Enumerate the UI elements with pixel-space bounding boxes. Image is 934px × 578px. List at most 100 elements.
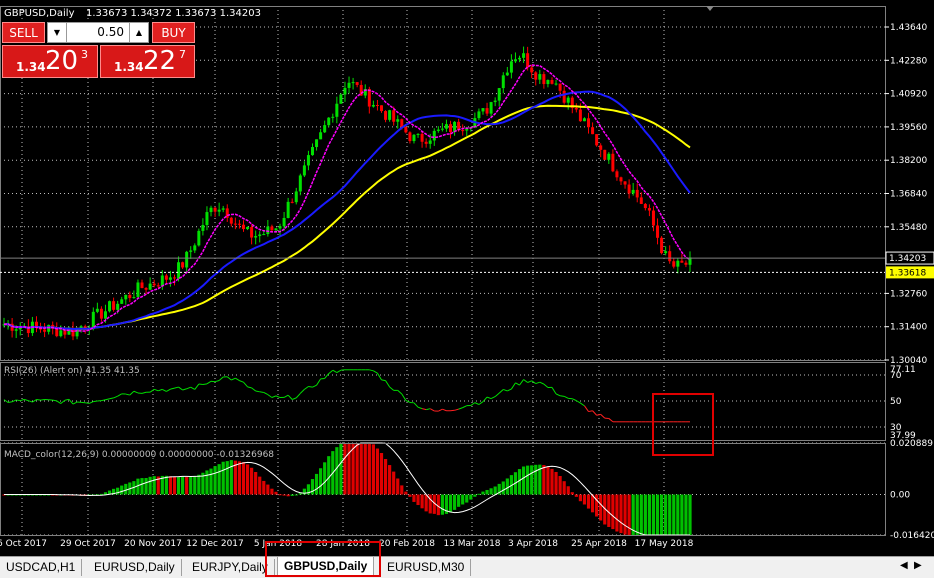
- candle-body: [444, 124, 448, 129]
- candle-body: [298, 175, 302, 192]
- macd-bar: [254, 472, 258, 495]
- rsi-segment: [503, 388, 508, 392]
- macd-bar: [651, 494, 656, 535]
- tab-scroll-left-icon[interactable]: ◀: [900, 560, 908, 571]
- candle-body: [684, 262, 688, 265]
- candle-body: [347, 82, 351, 88]
- tab-usdcad-h1[interactable]: USDCAD,H1: [0, 559, 83, 576]
- sell-button[interactable]: SELL: [2, 22, 45, 43]
- candle-body: [635, 189, 639, 198]
- macd-bar: [335, 447, 339, 495]
- lot-size-input[interactable]: ▼ 0.50 ▲: [47, 22, 149, 43]
- rsi-segment: [486, 396, 492, 400]
- rsi-segment: [117, 393, 122, 397]
- candle-body: [404, 127, 408, 133]
- price-axis-label: 1.39560: [890, 123, 927, 133]
- rsi-segment: [551, 387, 557, 395]
- macd-bar: [245, 464, 250, 495]
- tab-eurusd-m30[interactable]: EURUSD,M30: [381, 559, 472, 576]
- macd-bar: [639, 494, 643, 535]
- rsi-segment: [235, 377, 240, 382]
- candle-body: [566, 97, 570, 103]
- candle-body: [355, 82, 359, 85]
- rsi-segment: [405, 399, 411, 403]
- macd-bar: [558, 476, 562, 495]
- candle-body: [315, 139, 319, 148]
- lot-increase-icon[interactable]: ▲: [129, 23, 148, 42]
- rsi-segment: [170, 387, 175, 390]
- macd-bar: [193, 476, 197, 495]
- macd-bar: [189, 476, 193, 495]
- time-axis-label: 25 Apr 2018: [571, 539, 627, 549]
- candle-body: [327, 117, 331, 126]
- macd-bar: [371, 444, 375, 495]
- macd-bar: [363, 443, 367, 495]
- candle-body: [412, 134, 416, 142]
- candle-body: [290, 201, 294, 203]
- candle-body: [217, 209, 221, 212]
- candle-body: [306, 155, 310, 166]
- candle-body: [554, 83, 558, 85]
- candle-body: [485, 108, 489, 114]
- candle-body: [120, 299, 124, 304]
- macd-bar: [655, 494, 660, 535]
- price-axis-label: 1.35480: [890, 223, 927, 233]
- lot-decrease-icon[interactable]: ▼: [48, 23, 67, 42]
- sell-price-button[interactable]: 1.34 20 3: [2, 45, 98, 78]
- macd-bar: [379, 453, 384, 495]
- candle-body: [505, 72, 509, 76]
- macd-bar: [684, 494, 688, 535]
- macd-bar: [266, 484, 270, 495]
- macd-bar: [635, 494, 639, 535]
- macd-bar: [448, 494, 453, 513]
- one-click-trading-panel: SELL ▼ 0.50 ▲ BUY 1.34 20 3 1.34 22 7: [2, 22, 195, 78]
- tab-scroll-right-icon[interactable]: ▶: [914, 560, 922, 571]
- macd-bar: [566, 486, 570, 495]
- rsi-segment: [507, 388, 512, 392]
- rsi-segment: [515, 382, 520, 386]
- buy-button[interactable]: BUY: [152, 22, 195, 43]
- macd-bar: [375, 448, 380, 495]
- rsi-segment: [166, 388, 171, 392]
- candle-body: [599, 145, 603, 150]
- macd-level-label: -0.016420: [890, 531, 934, 541]
- rsi-segment: [259, 391, 264, 393]
- macd-bar: [282, 494, 286, 496]
- candle-body: [493, 100, 497, 103]
- candle-body: [262, 234, 266, 236]
- candle-body: [124, 294, 128, 300]
- tab-eurusd-daily[interactable]: EURUSD,Daily: [88, 559, 182, 576]
- candle-body: [461, 130, 465, 132]
- chart-axes: 6 Oct 2017 29 Oct 2017 20 Nov 2017 12 Dec 2…: [0, 6, 934, 549]
- price-axis-label: 1.40920: [890, 90, 927, 100]
- price-chart[interactable]: 6 Oct 2017 29 Oct 2017 20 Nov 2017 12 Dec 2…: [0, 0, 934, 556]
- candle-body: [319, 132, 323, 140]
- macd-bar: [274, 491, 278, 495]
- buy-price-button[interactable]: 1.34 22 7: [100, 45, 195, 78]
- rsi-segment: [263, 392, 269, 396]
- candle-body: [428, 140, 432, 144]
- candle-body: [578, 109, 582, 122]
- rsi-segment: [7, 401, 13, 404]
- bid-price-label: 1.34203: [889, 254, 926, 264]
- rsi-line: [3, 369, 690, 423]
- rsi-segment: [36, 399, 41, 401]
- candle-body: [546, 80, 550, 85]
- candle-body: [185, 251, 189, 268]
- candle-body: [213, 207, 217, 212]
- candle-body: [43, 329, 47, 332]
- macd-bar: [436, 494, 440, 516]
- rsi-segment: [458, 407, 463, 410]
- tab-eurjpy-daily[interactable]: EURJPY,Daily: [186, 559, 275, 576]
- macd-bar: [339, 443, 343, 495]
- macd-bar: [103, 492, 108, 495]
- macd-bar: [217, 464, 221, 495]
- rsi-segment: [85, 402, 90, 404]
- candle-body: [623, 181, 627, 185]
- rsi-segment: [482, 396, 488, 403]
- rsi-segment: [247, 386, 252, 389]
- rsi-segment: [141, 391, 147, 394]
- rsi-segment: [154, 388, 159, 392]
- macd-bar: [688, 494, 692, 535]
- rsi-segment: [478, 401, 484, 405]
